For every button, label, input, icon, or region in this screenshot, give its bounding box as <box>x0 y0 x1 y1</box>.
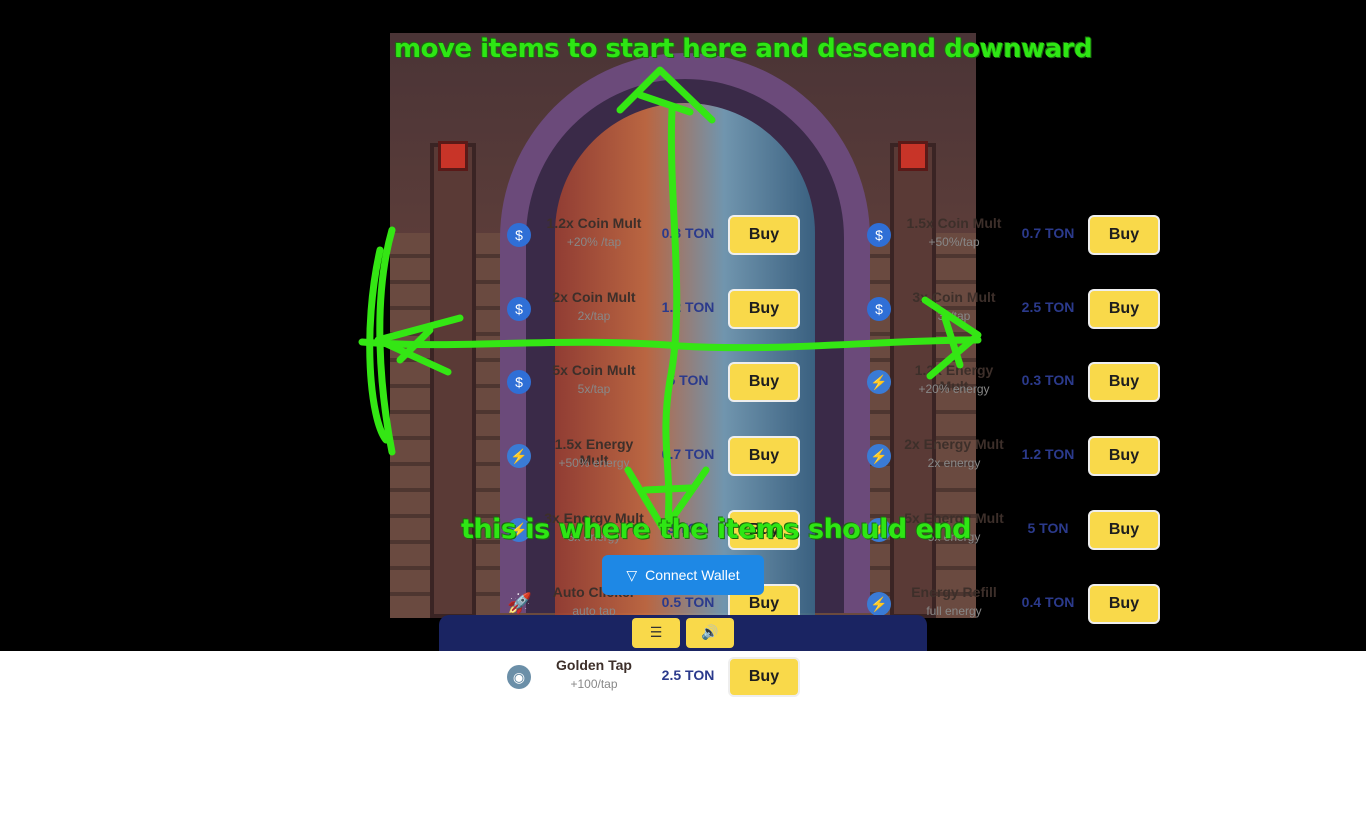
item-price: 1.2 TON <box>1021 446 1075 462</box>
item-price: 0.4 TON <box>1021 594 1075 610</box>
item-price: 5 TON <box>1027 520 1069 536</box>
item-desc: 3x/tap <box>937 309 971 323</box>
coin-icon: $ <box>867 297 891 321</box>
item-name: 2x Energy Mult <box>904 436 1004 452</box>
connect-wallet-button[interactable]: ▽ Connect Wallet <box>602 555 764 595</box>
shop-item: $ 2x Coin Mult 2x/tap 1.2 TON Buy <box>493 279 813 339</box>
shop-item: $ 3x Coin Mult 3x/tap 2.5 TON Buy <box>853 279 1173 339</box>
item-price: 0.7 TON <box>1021 225 1075 241</box>
energy-icon: ⚡ <box>507 444 531 468</box>
shop-item: $ 1.2x Coin Mult +20% /tap 0.3 TON Buy <box>493 205 813 265</box>
buy-button[interactable]: Buy <box>1088 584 1160 624</box>
item-price: 0.3 TON <box>661 225 715 241</box>
buy-button[interactable]: Buy <box>1088 436 1160 476</box>
item-price: 0.7 TON <box>661 446 715 462</box>
shop-panel-right-lower <box>853 692 1173 763</box>
item-price: 0.3 TON <box>1021 372 1075 388</box>
menu-button[interactable]: ☰ <box>632 618 680 648</box>
bottom-toolbar: ☰ 🔊 <box>439 615 927 651</box>
item-price: 5 TON <box>667 372 709 388</box>
item-price: 0.5 TON <box>661 594 715 610</box>
shop-item: ⚡ 2x Energy Mult 2x energy 1.2 TON Buy <box>853 426 1173 486</box>
item-name: 5x Coin Mult <box>552 362 636 378</box>
buy-button[interactable]: Buy <box>728 362 800 402</box>
buy-button[interactable]: Buy <box>1088 289 1160 329</box>
energy-icon: ⚡ <box>867 592 891 616</box>
annotation-bottom-text: this is where the items should end <box>461 514 971 545</box>
buy-button[interactable]: Buy <box>728 215 800 255</box>
brazier-left <box>438 141 468 171</box>
shop-item: $ 5x Coin Mult 5x/tap 5 TON Buy <box>493 352 813 412</box>
item-price: 1.2 TON <box>661 299 715 315</box>
energy-icon: ⚡ <box>867 370 891 394</box>
pillar-left <box>430 143 476 618</box>
item-name: 1.5x Coin Mult <box>906 215 1002 231</box>
buy-button[interactable]: Buy <box>1088 362 1160 402</box>
sound-button[interactable]: 🔊 <box>686 618 734 648</box>
brazier-right <box>898 141 928 171</box>
shop-panel-right <box>853 651 1173 689</box>
energy-icon: ⚡ <box>867 444 891 468</box>
buy-button[interactable]: Buy <box>728 289 800 329</box>
item-desc: 2x/tap <box>577 309 611 323</box>
item-desc: +50%/tap <box>928 235 980 249</box>
buy-button[interactable]: Buy <box>728 657 800 697</box>
shop-item: $ 1.5x Coin Mult +50%/tap 0.7 TON Buy <box>853 205 1173 265</box>
buy-button[interactable]: Buy <box>1088 215 1160 255</box>
item-name: Energy Refill <box>911 584 997 600</box>
item-desc: +100/tap <box>570 677 618 691</box>
item-desc: 5x/tap <box>577 382 611 396</box>
coin-icon: $ <box>507 223 531 247</box>
buy-button[interactable]: Buy <box>1088 510 1160 550</box>
item-desc: 2x energy <box>927 456 981 470</box>
rocket-icon: 🚀 <box>507 593 532 615</box>
shop-item: ◉ Golden Tap +100/tap 2.5 TON Buy <box>493 647 813 707</box>
item-desc: +20% /tap <box>566 235 622 249</box>
golden-tap-icon: ◉ <box>507 665 531 689</box>
shop-panel-left-lower <box>493 766 813 836</box>
item-name: 1.2x Coin Mult <box>546 215 642 231</box>
connect-wallet-label: Connect Wallet <box>645 566 740 583</box>
item-name: 3x Coin Mult <box>912 289 996 305</box>
shop-item: ⚡ 1.5x Energy Mult +50% energy 0.7 TON B… <box>493 426 813 486</box>
item-price: 2.5 TON <box>1021 299 1075 315</box>
item-name: Golden Tap <box>556 657 632 673</box>
item-price: 2.5 TON <box>661 667 715 683</box>
item-desc: +50% energy <box>558 456 630 470</box>
shop-item: ⚡ 1.2x Energy Mult +20% energy 0.3 TON B… <box>853 352 1173 412</box>
annotation-top-text: move items to start here and descend dow… <box>394 34 1093 64</box>
coin-icon: $ <box>507 370 531 394</box>
ton-diamond-icon: ▽ <box>626 566 638 583</box>
coin-icon: $ <box>867 223 891 247</box>
item-name: 2x Coin Mult <box>552 289 636 305</box>
item-desc: +20% energy <box>918 382 990 396</box>
buy-button[interactable]: Buy <box>728 436 800 476</box>
coin-icon: $ <box>507 297 531 321</box>
